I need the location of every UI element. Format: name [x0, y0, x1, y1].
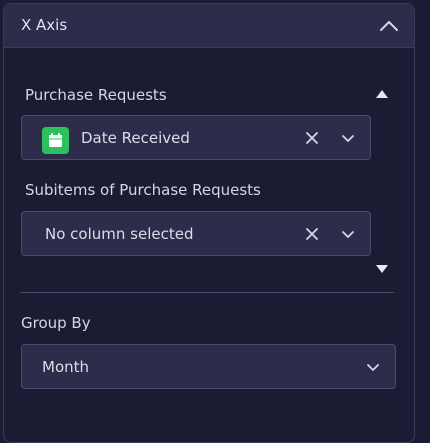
purchase-requests-column-select[interactable]: Date Received — [21, 115, 371, 160]
scroll-up-icon[interactable] — [376, 83, 388, 98]
group-by-select[interactable]: Month — [21, 344, 396, 389]
calendar-icon — [42, 127, 69, 154]
chevron-down-icon[interactable] — [340, 226, 356, 242]
subitems-label: Subitems of Purchase Requests — [25, 181, 261, 199]
scrollbar[interactable] — [421, 0, 430, 430]
panel-header[interactable]: X Axis — [4, 4, 414, 48]
purchase-requests-label: Purchase Requests — [25, 86, 167, 104]
group-by-label: Group By — [21, 314, 91, 332]
subitems-selected-value: No column selected — [45, 224, 194, 243]
group-by-selected-value: Month — [42, 357, 90, 376]
clear-icon[interactable] — [304, 226, 320, 242]
scroll-down-icon[interactable] — [376, 258, 388, 273]
chevron-up-icon[interactable] — [378, 15, 400, 37]
clear-icon[interactable] — [304, 130, 320, 146]
divider — [20, 292, 394, 293]
chevron-down-icon[interactable] — [365, 359, 381, 375]
panel-title: X Axis — [21, 16, 68, 34]
chevron-down-icon[interactable] — [340, 130, 356, 146]
subitems-column-select[interactable]: No column selected — [21, 211, 371, 256]
purchase-requests-selected-value: Date Received — [81, 128, 190, 147]
